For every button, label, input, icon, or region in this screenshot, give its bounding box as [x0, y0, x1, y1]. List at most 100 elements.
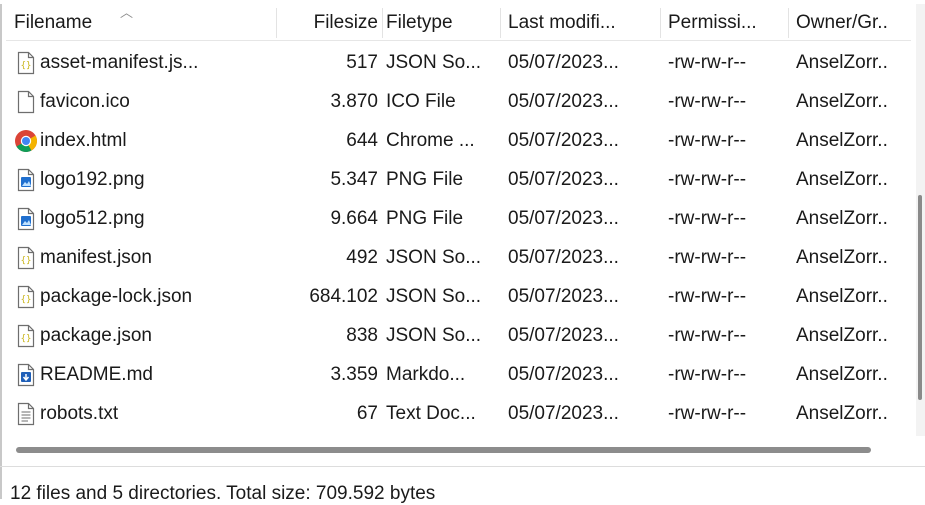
- file-permissions: -rw-rw-r--: [668, 91, 747, 112]
- chrome-icon: [14, 129, 38, 153]
- file-type: Text Doc...: [386, 403, 476, 424]
- file-size: 644: [346, 130, 378, 151]
- file-owner-group: AnselZorr..: [796, 91, 888, 112]
- file-size: 67: [356, 403, 378, 424]
- file-row[interactable]: index.html 644 Chrome ... 05/07/2023... -rw-…: [6, 121, 911, 160]
- file-row[interactable]: {} package.json 838 JSON So... 05/07/2023...…: [6, 316, 911, 355]
- file-owner-group: AnselZorr..: [796, 286, 888, 307]
- image-file-icon: [16, 207, 36, 231]
- column-header-permissions[interactable]: Permissi...: [668, 4, 786, 40]
- file-name: logo512.png: [40, 208, 145, 229]
- status-bar-text: 12 files and 5 directories. Total size: …: [10, 483, 436, 504]
- file-type: PNG File: [386, 208, 464, 229]
- column-header-filetype[interactable]: Filetype: [386, 4, 496, 40]
- file-permissions: -rw-rw-r--: [668, 247, 747, 268]
- file-last-modified: 05/07/2023...: [508, 403, 619, 424]
- file-size: 517: [346, 52, 378, 73]
- file-last-modified: 05/07/2023...: [508, 247, 619, 268]
- vertical-scrollbar-thumb[interactable]: [918, 195, 922, 400]
- column-header-owner-group[interactable]: Owner/Gr..: [796, 4, 911, 40]
- svg-text:{}: {}: [21, 256, 32, 266]
- file-owner-group: AnselZorr..: [796, 325, 888, 346]
- file-size: 838: [346, 325, 378, 346]
- column-header-filesize[interactable]: Filesize: [270, 4, 378, 40]
- image-file-icon: [16, 168, 36, 192]
- file-row[interactable]: {} package-lock.json 684.102 JSON So... 05/0…: [6, 277, 911, 316]
- file-name: manifest.json: [40, 247, 152, 268]
- file-owner-group: AnselZorr..: [796, 130, 888, 151]
- file-last-modified: 05/07/2023...: [508, 52, 619, 73]
- file-last-modified: 05/07/2023...: [508, 91, 619, 112]
- column-header-filename[interactable]: Filename: [14, 4, 254, 40]
- json-file-icon: {}: [16, 51, 36, 75]
- file-owner-group: AnselZorr..: [796, 169, 888, 190]
- file-size: 684.102: [309, 286, 378, 307]
- panel-left-border: [0, 4, 2, 499]
- json-file-icon: {}: [16, 324, 36, 348]
- file-size: 3.359: [330, 364, 378, 385]
- file-name: robots.txt: [40, 403, 119, 424]
- file-type: JSON So...: [386, 286, 482, 307]
- column-header-last-modified[interactable]: Last modifi...: [508, 4, 658, 40]
- file-permissions: -rw-rw-r--: [668, 52, 747, 73]
- column-divider[interactable]: [382, 8, 383, 38]
- file-owner-group: AnselZorr..: [796, 247, 888, 268]
- file-permissions: -rw-rw-r--: [668, 325, 747, 346]
- file-type: PNG File: [386, 169, 464, 190]
- file-name: README.md: [40, 364, 153, 385]
- file-permissions: -rw-rw-r--: [668, 403, 747, 424]
- file-last-modified: 05/07/2023...: [508, 325, 619, 346]
- file-last-modified: 05/07/2023...: [508, 364, 619, 385]
- file-list-panel[interactable]: Filename ︿ Filesize Filetype Last modifi…: [6, 4, 911, 436]
- file-type: JSON So...: [386, 52, 482, 73]
- sort-ascending-icon: ︿: [120, 5, 134, 20]
- file-name: index.html: [40, 130, 127, 151]
- file-row[interactable]: {} asset-manifest.js... 517 JSON So... 05/07…: [6, 43, 911, 82]
- file-name: asset-manifest.js...: [40, 52, 199, 73]
- file-name: package-lock.json: [40, 286, 193, 307]
- file-type: ICO File: [386, 91, 456, 112]
- status-bar-divider: [0, 466, 925, 467]
- file-owner-group: AnselZorr..: [796, 364, 888, 385]
- file-type: Chrome ...: [386, 130, 475, 151]
- file-name: package.json: [40, 325, 152, 346]
- file-permissions: -rw-rw-r--: [668, 208, 747, 229]
- svg-text:{}: {}: [21, 334, 32, 344]
- file-row[interactable]: favicon.ico 3.870 ICO File 05/07/2023... -rw…: [6, 82, 911, 121]
- column-divider[interactable]: [500, 8, 501, 38]
- file-row[interactable]: README.md 3.359 Markdo... 05/07/2023... -rw-…: [6, 355, 911, 394]
- column-divider[interactable]: [660, 8, 661, 38]
- file-last-modified: 05/07/2023...: [508, 286, 619, 307]
- file-name: logo192.png: [40, 169, 145, 190]
- text-file-icon: [16, 402, 36, 426]
- file-type: JSON So...: [386, 247, 482, 268]
- file-owner-group: AnselZorr..: [796, 403, 888, 424]
- file-owner-group: AnselZorr..: [796, 52, 888, 73]
- svg-text:{}: {}: [21, 61, 32, 71]
- file-name: favicon.ico: [40, 91, 130, 112]
- column-header-row: Filename ︿ Filesize Filetype Last modifi…: [6, 4, 911, 41]
- file-size: 492: [346, 247, 378, 268]
- generic-file-icon: [16, 90, 36, 114]
- file-row[interactable]: logo192.png 5.347 PNG File 05/07/2023... -rw…: [6, 160, 911, 199]
- file-last-modified: 05/07/2023...: [508, 208, 619, 229]
- column-divider[interactable]: [788, 8, 789, 38]
- markdown-file-icon: [16, 363, 36, 387]
- file-row[interactable]: {} manifest.json 492 JSON So... 05/07/2023..…: [6, 238, 911, 277]
- json-file-icon: {}: [16, 285, 36, 309]
- file-size: 5.347: [330, 169, 378, 190]
- horizontal-scrollbar-thumb[interactable]: [16, 447, 871, 453]
- file-row[interactable]: logo512.png 9.664 PNG File 05/07/2023... -rw…: [6, 199, 911, 238]
- file-permissions: -rw-rw-r--: [668, 130, 747, 151]
- file-size: 3.870: [330, 91, 378, 112]
- file-permissions: -rw-rw-r--: [668, 169, 747, 190]
- file-owner-group: AnselZorr..: [796, 208, 888, 229]
- file-permissions: -rw-rw-r--: [668, 364, 747, 385]
- file-row[interactable]: robots.txt 67 Text Doc... 05/07/2023... -rw-…: [6, 394, 911, 433]
- file-size: 9.664: [330, 208, 378, 229]
- json-file-icon: {}: [16, 246, 36, 270]
- file-last-modified: 05/07/2023...: [508, 169, 619, 190]
- file-last-modified: 05/07/2023...: [508, 130, 619, 151]
- horizontal-scrollbar[interactable]: [6, 443, 911, 457]
- file-type: Markdo...: [386, 364, 466, 385]
